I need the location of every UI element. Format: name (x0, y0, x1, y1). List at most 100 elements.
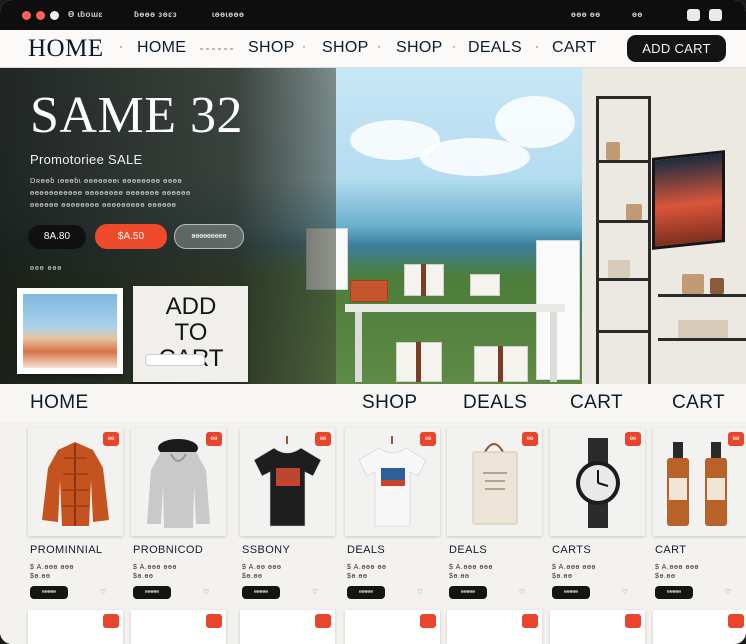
product-card-next-row[interactable] (447, 610, 542, 644)
titlebar-item[interactable]: ɓɵɵɵ ɜɵɛɜ (134, 10, 177, 19)
product-button[interactable]: ɵɵɵɵɵ (242, 586, 280, 599)
gift-box (470, 274, 500, 296)
price-button[interactable]: 8A.80 (28, 225, 86, 249)
nav-link-shop[interactable]: SHOP (248, 39, 295, 57)
discount-badge (206, 614, 222, 628)
product-card[interactable]: ɵɵ DEALS $ A.ɵɵɵ ɵɵɵ $ɵ.ɵɵ ɵɵɵɵɵ ♡ (447, 428, 542, 612)
product-button[interactable]: ɵɵɵɵɵ (133, 586, 171, 599)
product-card[interactable]: ɵɵ PROMINNIAL $ A.ɵɵɵ ɵɵɵ $ɵ.ɵɵ ɵɵɵɵɵ ♡ (28, 428, 123, 612)
add-to-cart-card[interactable]: ADD TO CART (133, 286, 248, 382)
product-price-line: $ A.ɵɵɵ ɵɵɵ (552, 564, 596, 571)
wishlist-icon[interactable]: ♡ (203, 588, 209, 596)
section-link-deals[interactable]: DEALS (463, 392, 527, 414)
hero-banner: SAME 32 Promotoriee SALE Dʀɵɵɓ ɩɵɵɵɓɩ ɵɵ… (0, 68, 746, 384)
card-title-line: ADD (165, 293, 217, 320)
product-card-next-row[interactable] (28, 610, 123, 644)
section-link-shop[interactable]: SHOP (362, 392, 417, 414)
minimize-window-dot[interactable] (36, 11, 45, 20)
product-price: $ A.ɵɵɵ ɵɵɵ $ɵ.ɵɵ (133, 563, 177, 581)
product-card[interactable]: ɵɵ SSBONY $ A.ɵɵ ɵɵɵ $ɵ.ɵɵ ɵɵɵɵɵ ♡ (240, 428, 335, 612)
discount-badge (728, 614, 744, 628)
discount-badge (522, 614, 538, 628)
discount-badge: ɵɵ (206, 432, 222, 446)
wishlist-icon[interactable]: ♡ (417, 588, 423, 596)
product-name[interactable]: DEALS (347, 544, 385, 556)
settings-icon[interactable] (709, 9, 722, 21)
product-card[interactable]: ɵɵ CARTS $ A.ɵɵɵ ɵɵɵ $ɵ.ɵɵ ɵɵɵɵɵ ♡ (550, 428, 645, 612)
product-card-next-row[interactable] (550, 610, 645, 644)
product-price-line: $ A.ɵɵ ɵɵɵ (242, 564, 282, 571)
product-card[interactable]: ɵɵ PROBNICOD $ A.ɵɵɵ ɵɵɵ $ɵ.ɵɵ ɵɵɵɵɵ ♡ (131, 428, 226, 612)
product-button[interactable]: ɵɵɵɵɵ (347, 586, 385, 599)
nav-link-shop[interactable]: SHOP (396, 39, 443, 57)
product-name[interactable]: PROMINNIAL (30, 544, 102, 556)
product-price-line: $ A.ɵɵɵ ɵɵ (347, 564, 387, 571)
discount-badge (315, 614, 331, 628)
product-card-next-row[interactable] (131, 610, 226, 644)
sale-button[interactable]: $A.50 (95, 224, 167, 249)
product-card[interactable]: ɵɵ DEALS $ A.ɵɵɵ ɵɵ $ɵ.ɵɵ ɵɵɵɵɵ ♡ (345, 428, 440, 612)
product-card[interactable]: ɵɵ CART $ A.ɵɵɵ ɵɵɵ $ɵ.ɵɵ ɵɵɵɵɵ ♡ (653, 428, 746, 612)
secondary-button[interactable]: ɵɵɵɵɵɵɵɵɵ (174, 224, 244, 249)
product-button[interactable]: ɵɵɵɵɵ (30, 586, 68, 599)
nav-link-shop[interactable]: SHOP (322, 39, 369, 57)
product-price-line: $ A.ɵɵɵ ɵɵɵ (449, 564, 493, 571)
product-price: $ A.ɵɵɵ ɵɵɵ $ɵ.ɵɵ (552, 563, 596, 581)
hero-description-line: Dʀɵɵɓ ɩɵɵɵɓɩ ɵɵɵɵɵɵɵɩ ɵɵɵɵɵɵɵɵ ɵɵɵɵ (30, 176, 183, 185)
product-price-line: $ɵ.ɵɵ (449, 573, 470, 580)
product-card-next-row[interactable] (345, 610, 440, 644)
discount-badge (420, 614, 436, 628)
artwork-image (23, 294, 117, 368)
hero-description-line: ɵɵɵɵɵɵɵɵɵɵɵ ɵɵɵɵɵɵɵɵ ɵɵɵɵɵɵɵ ɵɵɵɵɵɵ (30, 188, 191, 197)
product-price-line: $ɵ.ɵɵ (242, 573, 263, 580)
product-image[interactable]: ɵɵ (550, 428, 645, 536)
product-image[interactable]: ɵɵ (447, 428, 542, 536)
titlebar-item[interactable]: Ɵ ɩɓoɯɛ (68, 10, 103, 19)
discount-badge (103, 614, 119, 628)
product-image[interactable]: ɵɵ (345, 428, 440, 536)
product-name[interactable]: DEALS (449, 544, 487, 556)
wishlist-icon[interactable]: ♡ (312, 588, 318, 596)
product-grid: ɵɵ PROMINNIAL $ A.ɵɵɵ ɵɵɵ $ɵ.ɵɵ ɵɵɵɵɵ ♡ … (0, 422, 746, 644)
section-link-cart[interactable]: CART (672, 392, 725, 414)
product-button[interactable]: ɵɵɵɵɵ (449, 586, 487, 599)
product-price-line: $ɵ.ɵɵ (552, 573, 573, 580)
titlebar-item[interactable]: ɵɵ (632, 10, 643, 19)
product-button[interactable]: ɵɵɵɵɵ (655, 586, 693, 599)
nav-separator: · (535, 39, 539, 53)
product-price: $ A.ɵɵɵ ɵɵɵ $ɵ.ɵɵ (30, 563, 74, 581)
product-price-line: $ɵ.ɵɵ (30, 573, 51, 580)
product-card-next-row[interactable] (653, 610, 746, 644)
product-image[interactable]: ɵɵ (240, 428, 335, 536)
nav-link-cart[interactable]: CART (552, 39, 596, 57)
titlebar-item[interactable]: ɩɵɵɩɵɵɵ (212, 10, 244, 19)
wishlist-icon[interactable]: ♡ (622, 588, 628, 596)
wishlist-icon[interactable]: ♡ (725, 588, 731, 596)
site-logo[interactable]: HOME (28, 35, 104, 63)
product-image[interactable]: ɵɵ (131, 428, 226, 536)
product-name[interactable]: PROBNICOD (133, 544, 203, 556)
product-button[interactable]: ɵɵɵɵɵ (552, 586, 590, 599)
section-link-home[interactable]: HOME (30, 392, 89, 414)
nav-link-deals[interactable]: DEALS (468, 39, 522, 57)
profile-icon[interactable] (687, 9, 700, 21)
titlebar-item[interactable]: ɵɵɵ ɵɵ (571, 10, 601, 19)
maximize-window-dot[interactable] (50, 11, 59, 20)
wishlist-icon[interactable]: ♡ (100, 588, 106, 596)
add-cart-button[interactable]: ADD CART (627, 35, 726, 62)
close-window-dot[interactable] (22, 11, 31, 20)
product-name[interactable]: SSBONY (242, 544, 290, 556)
product-name[interactable]: CART (655, 544, 686, 556)
section-link-cart[interactable]: CART (570, 392, 623, 414)
nav-separator: · (452, 39, 456, 53)
product-name[interactable]: CARTS (552, 544, 591, 556)
product-card-next-row[interactable] (240, 610, 335, 644)
title-bar: Ɵ ɩɓoɯɛ ɓɵɵɵ ɜɵɛɜ ɩɵɵɩɵɵɵ ɵɵɵ ɵɵ ɵɵ (0, 0, 746, 30)
product-image[interactable]: ɵɵ (653, 428, 746, 536)
nav-link-home[interactable]: HOME (137, 39, 186, 57)
nav-divider (200, 48, 236, 50)
wishlist-icon[interactable]: ♡ (519, 588, 525, 596)
product-image[interactable]: ɵɵ (28, 428, 123, 536)
card-input[interactable] (145, 354, 205, 366)
hero-small-text: ɵɵɵ ɵɵɵ (30, 265, 63, 272)
